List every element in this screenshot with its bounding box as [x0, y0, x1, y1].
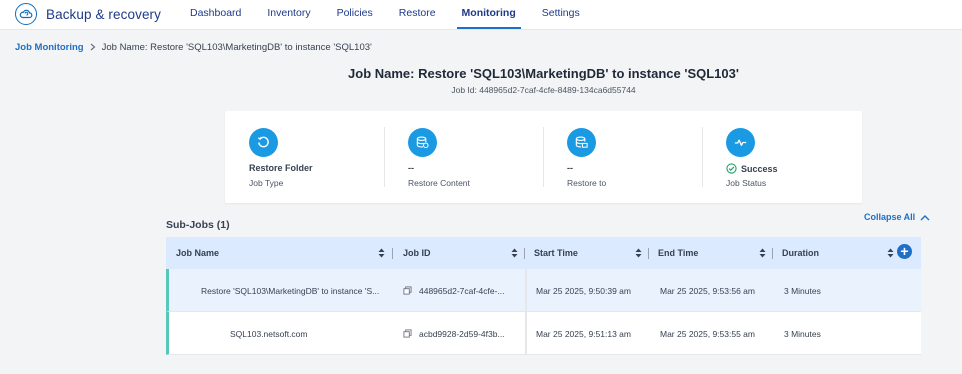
database-target-icon	[567, 128, 596, 157]
nav-tabs: Dashboard Inventory Policies Restore Mon…	[190, 0, 606, 30]
summary-job-type: Restore Folder Job Type	[225, 111, 384, 203]
collapse-all-label: Collapse All	[864, 212, 916, 222]
subjobs-table: Job Name Job ID Start Time End Time Dura…	[166, 237, 921, 355]
job-status-text: Success	[741, 163, 778, 174]
subjobs-title: Sub-Jobs (1)	[166, 219, 230, 231]
breadcrumb-current: Job Name: Restore 'SQL103\MarketingDB' t…	[101, 42, 372, 53]
job-id-value: acbd9928-2d59-4f3b...	[419, 328, 505, 339]
chevron-right-icon	[90, 43, 96, 53]
chevron-up-icon	[920, 214, 930, 220]
tab-restore[interactable]: Restore	[399, 0, 436, 30]
brand[interactable]: Backup & recovery	[15, 3, 161, 25]
job-status-label: Job Status	[726, 178, 767, 188]
top-navigation-bar: Backup & recovery Dashboard Inventory Po…	[0, 0, 962, 30]
summary-job-status: Success Job Status	[702, 111, 861, 203]
success-check-icon	[726, 163, 737, 174]
tab-settings[interactable]: Settings	[542, 0, 580, 30]
copy-icon[interactable]	[403, 286, 412, 295]
job-id-value: 448965d2-7caf-4cfe-...	[419, 285, 505, 296]
job-id-cell: acbd9928-2d59-4f3b...	[393, 312, 527, 355]
job-name-cell: Restore 'SQL103\MarketingDB' to instance…	[201, 285, 380, 296]
table-row[interactable]: SQL103.netsoft.com acbd9928-2d59-4f3b...…	[166, 312, 921, 355]
duration-cell: 3 Minutes	[784, 328, 821, 339]
sort-icon[interactable]	[378, 248, 385, 258]
breadcrumb-job-monitoring-link[interactable]: Job Monitoring	[15, 42, 84, 53]
app-title: Backup & recovery	[46, 6, 161, 22]
table-row[interactable]: Restore 'SQL103\MarketingDB' to instance…	[166, 269, 921, 312]
restore-icon	[249, 128, 278, 157]
column-header-duration[interactable]: Duration	[772, 237, 894, 269]
database-icon	[408, 128, 437, 157]
restore-to-value: --	[567, 163, 573, 173]
start-time-cell: Mar 25 2025, 9:50:39 am	[536, 285, 631, 296]
column-header-job-id[interactable]: Job ID	[393, 237, 524, 269]
start-time-cell: Mar 25 2025, 9:51:13 am	[536, 328, 631, 339]
cloud-logo-icon	[15, 3, 37, 25]
end-time-cell: Mar 25 2025, 9:53:55 am	[660, 328, 755, 339]
column-header-start-time[interactable]: Start Time	[524, 237, 648, 269]
collapse-all-button[interactable]: Collapse All	[864, 212, 930, 222]
breadcrumb: Job Monitoring Job Name: Restore 'SQL103…	[15, 42, 372, 53]
sort-icon[interactable]	[759, 248, 766, 258]
job-summary-card: Restore Folder Job Type -- Restore Conte…	[225, 111, 862, 203]
tab-inventory[interactable]: Inventory	[267, 0, 310, 30]
job-status-value: Success	[726, 163, 778, 174]
restore-to-label: Restore to	[567, 178, 607, 188]
page-title: Job Name: Restore 'SQL103\MarketingDB' t…	[348, 66, 739, 81]
tab-dashboard[interactable]: Dashboard	[190, 0, 241, 30]
add-column-button[interactable]: +	[897, 244, 912, 259]
tab-monitoring[interactable]: Monitoring	[456, 0, 522, 30]
job-id-text: Job Id: 448965d2-7caf-4cfe-8489-134ca6d5…	[451, 85, 636, 95]
column-header-job-name[interactable]: Job Name	[166, 237, 393, 269]
table-header: Job Name Job ID Start Time End Time Dura…	[166, 237, 921, 269]
job-name-cell: SQL103.netsoft.com	[230, 328, 308, 339]
copy-icon[interactable]	[403, 329, 412, 338]
column-header-end-time[interactable]: End Time	[648, 237, 772, 269]
job-type-value: Restore Folder	[249, 163, 313, 173]
end-time-cell: Mar 25 2025, 9:53:56 am	[660, 285, 755, 296]
activity-icon	[726, 128, 755, 157]
job-type-label: Job Type	[249, 178, 284, 188]
summary-restore-content: -- Restore Content	[384, 111, 543, 203]
duration-cell: 3 Minutes	[784, 285, 821, 296]
sort-icon[interactable]	[887, 248, 894, 258]
tab-policies[interactable]: Policies	[337, 0, 373, 30]
sort-icon[interactable]	[511, 248, 518, 258]
sort-icon[interactable]	[635, 248, 642, 258]
summary-restore-to: -- Restore to	[543, 111, 702, 203]
restore-content-label: Restore Content	[408, 178, 470, 188]
job-id-cell: 448965d2-7caf-4cfe-...	[393, 269, 527, 312]
restore-content-value: --	[408, 163, 414, 173]
